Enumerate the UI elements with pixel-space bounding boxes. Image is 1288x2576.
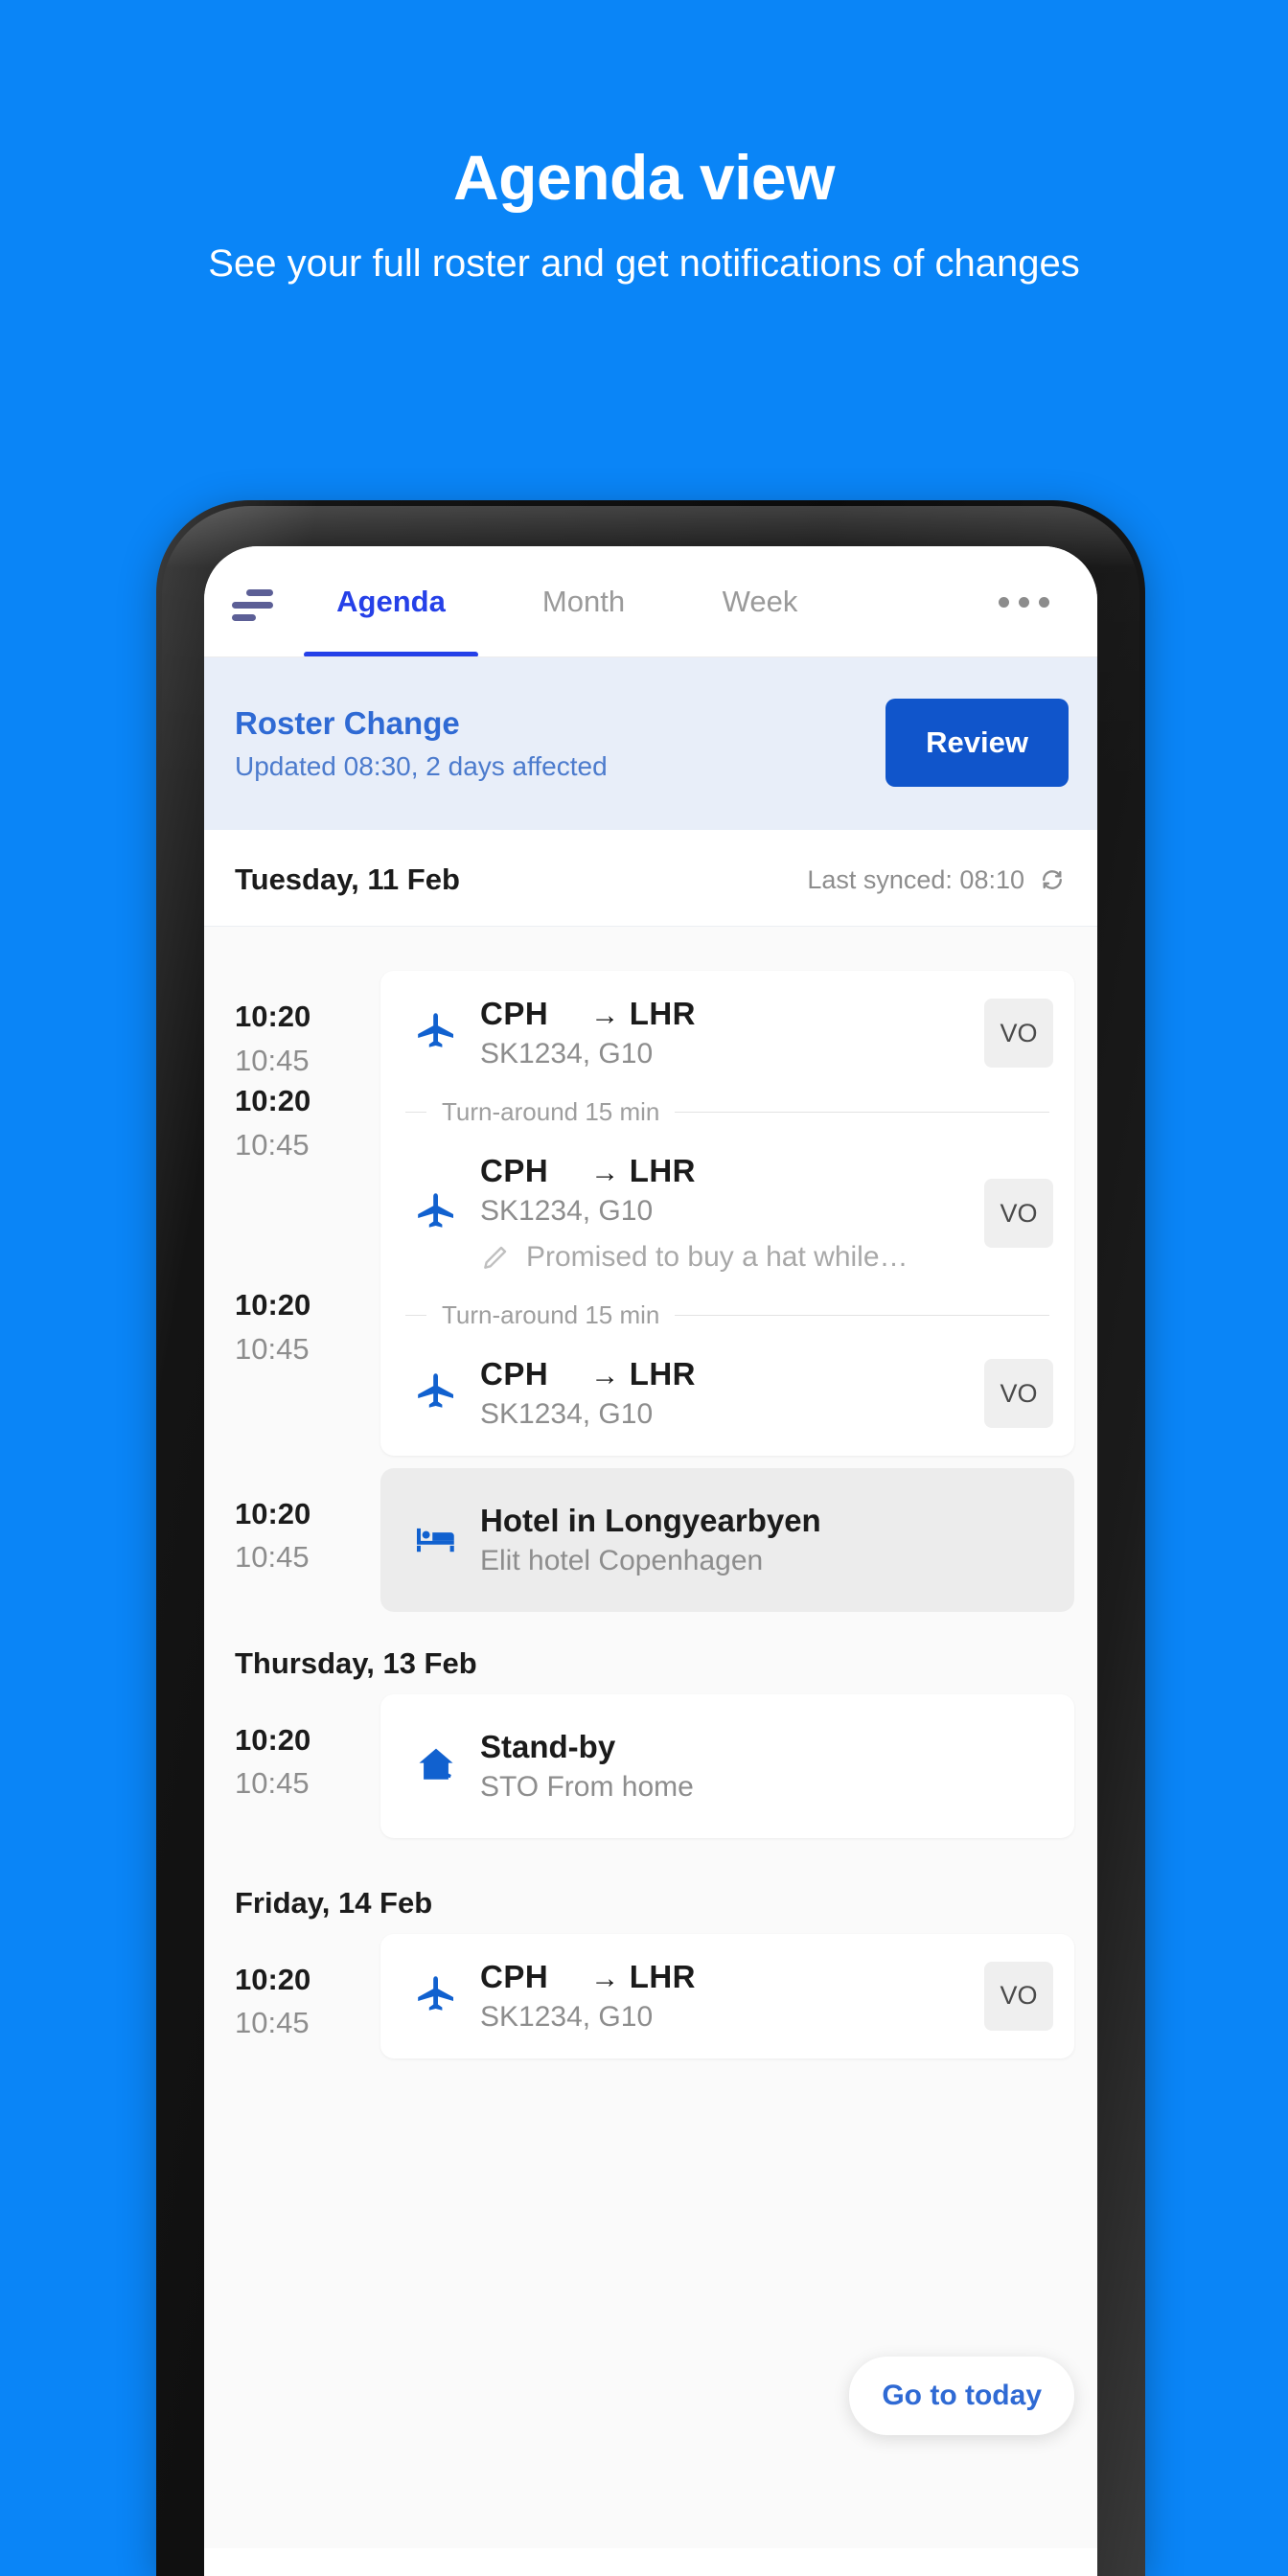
time-start: 10:20 [235,1722,311,1757]
sync-text: Last synced: 08:10 [807,864,1024,894]
promo-title: Agenda view [453,142,835,213]
flight-number: SK1234, G10 [480,1398,654,1430]
flight-destination: LHR [629,1958,697,1994]
banner-subtitle: Updated 08:30, 2 days affected [235,750,608,781]
time-end: 10:45 [235,1766,310,1801]
arrow-icon: → [590,1962,620,1994]
arrow-icon: → [590,1360,620,1392]
arrow-icon: → [590,1157,620,1188]
flight-number: SK1234, G10 [480,1038,654,1070]
sync-status[interactable]: Last synced: 08:10 [807,865,1067,895]
promo-subtitle: See your full roster and get notificatio… [208,242,1080,285]
turnaround-divider: Turn-around 15 min [380,1095,1074,1128]
flight-destination: LHR [629,1356,697,1392]
flight-event[interactable]: CPH → LHR SK1234, G10 VO [380,971,1074,1095]
time-start: 10:20 [235,1496,311,1530]
time-start: 10:20 [235,1000,311,1033]
flight-destination: LHR [629,1153,697,1188]
flight-number: SK1234, G10 [480,1195,654,1227]
agenda-list[interactable]: 10:20 10:45 CPH → LHR SK1234, G10 VO Tur… [204,927,1097,2548]
flight-origin: CPH [480,1356,549,1392]
time-end: 10:45 [235,1043,310,1077]
standby-subtitle: STO From home [480,1770,694,1803]
tab-week[interactable]: Week [678,546,842,657]
tab-bar: Agenda Month Week [204,546,1097,657]
banner-text: Roster Change Updated 08:30, 2 days affe… [235,703,886,781]
tab-agenda[interactable]: Agenda [292,546,490,657]
flight-event[interactable]: CPH → LHR SK1234, G10 Promised to buy a … [380,1128,1074,1299]
day-header: Tuesday, 11 Feb Last synced: 08:10 [204,830,1097,927]
day-header-label: Tuesday, 11 Feb [235,862,460,896]
flight-number: SK1234, G10 [480,2000,654,2033]
time-column: 10:20 10:45 [235,1694,380,1803]
home-phone-icon [405,1742,467,1790]
roster-change-banner: Roster Change Updated 08:30, 2 days affe… [204,657,1097,830]
flight-destination: LHR [629,996,697,1031]
go-to-today-button[interactable]: Go to today [849,2357,1074,2435]
banner-title: Roster Change [235,705,460,742]
tab-month[interactable]: Month [490,546,678,657]
flight-details: CPH → LHR SK1234, G10 [480,996,969,1070]
flight-route: CPH → LHR [480,1153,969,1189]
airplane-icon [405,1010,467,1056]
ellipsis-icon[interactable] [999,546,1074,657]
pencil-icon [480,1242,511,1273]
time-end: 10:45 [235,2006,310,2040]
flight-details: CPH → LHR SK1234, G10 [480,1959,969,2034]
flight-note[interactable]: Promised to buy a hat while… [480,1241,969,1274]
flight-route: CPH → LHR [480,1959,969,1995]
flight-event[interactable]: CPH → LHR SK1234, G10 VO [380,1934,1074,2058]
flight-route: CPH → LHR [480,996,969,1032]
time-column: 10:20 10:45 [235,1934,380,2042]
flight-details: CPH → LHR SK1234, G10 [480,1356,969,1431]
arrow-icon: → [590,1000,620,1031]
status-badge: VO [984,1961,1053,2031]
standby-card[interactable]: Stand-by STO From home [380,1693,1074,1838]
time-end: 10:45 [235,1540,310,1575]
bed-icon [405,1516,467,1564]
agenda-row[interactable]: 10:20 10:45 Stand-by STO From home [204,1693,1097,1838]
agenda-row[interactable]: 10:20 10:45 CPH → LHR SK1234, G10 VO [204,1933,1097,2058]
flight-event[interactable]: CPH → LHR SK1234, G10 VO [380,1331,1074,1456]
standby-title: Stand-by [480,1728,616,1764]
standby-event[interactable]: Stand-by STO From home [380,1694,1074,1838]
airplane-icon [405,1973,467,2019]
standby-details: Stand-by STO From home [480,1729,1053,1804]
time-start: 10:20 [235,1962,311,1996]
phone-mockup: Agenda Month Week Roster Change Updated … [156,500,1145,2576]
day-section-friday: Friday, 14 Feb [235,1885,433,1920]
airplane-icon [405,1190,467,1236]
review-button[interactable]: Review [886,699,1069,787]
sort-icon[interactable] [221,572,281,632]
time-column: 10:20 10:45 [235,1468,380,1576]
time-column: 10:20 10:45 [235,971,380,1079]
turnaround-label: Turn-around 15 min [442,1300,660,1329]
airplane-icon [405,1370,467,1416]
day-section-thursday: Thursday, 13 Feb [235,1645,477,1680]
agenda-row[interactable]: 10:20 10:45 Hotel in Longyearbyen Elit h… [204,1467,1097,1612]
flight-route: CPH → LHR [480,1356,969,1392]
phone-screen: Agenda Month Week Roster Change Updated … [204,546,1097,2576]
promo-header: Agenda view See your full roster and get… [0,0,1288,288]
turnaround-label: Turn-around 15 min [442,1096,660,1126]
event-card-stack[interactable]: CPH → LHR SK1234, G10 VO [380,1933,1074,2058]
flight-details: CPH → LHR SK1234, G10 [480,1153,969,1274]
hotel-card[interactable]: Hotel in Longyearbyen Elit hotel Copenha… [380,1467,1074,1612]
hotel-title: Hotel in Longyearbyen [480,1502,821,1538]
status-badge: VO [984,999,1053,1068]
event-card-stack[interactable]: CPH → LHR SK1234, G10 VO Turn-around 15 … [380,971,1074,1456]
status-badge: VO [984,1359,1053,1428]
flight-origin: CPH [480,1153,549,1188]
note-text: Promised to buy a hat while… [526,1241,908,1273]
refresh-icon[interactable] [1038,865,1067,894]
hotel-event[interactable]: Hotel in Longyearbyen Elit hotel Copenha… [380,1468,1074,1612]
hotel-details: Hotel in Longyearbyen Elit hotel Copenha… [480,1503,1053,1577]
turnaround-divider: Turn-around 15 min [380,1299,1074,1331]
flight-origin: CPH [480,996,549,1031]
hotel-subtitle: Elit hotel Copenhagen [480,1544,764,1576]
status-badge: VO [984,1179,1053,1248]
flight-origin: CPH [480,1958,549,1994]
